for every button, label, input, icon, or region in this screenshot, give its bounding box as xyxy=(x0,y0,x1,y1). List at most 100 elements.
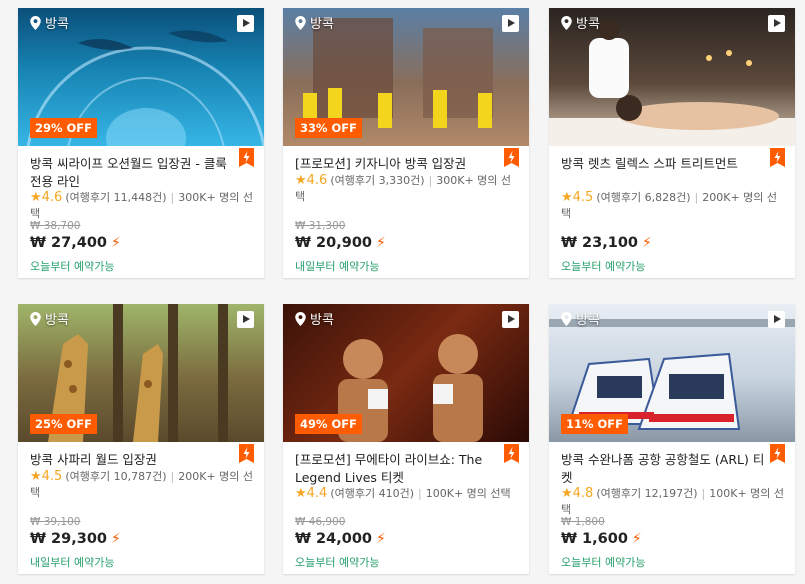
bolt-icon: ⚡ xyxy=(376,531,386,547)
price-value: ₩ 27,400 xyxy=(30,235,107,251)
discount-badge: 49% OFF xyxy=(295,414,363,434)
bolt-icon: ⚡ xyxy=(111,235,121,251)
original-price: ₩ 38,700 xyxy=(30,220,81,232)
play-icon[interactable] xyxy=(502,15,519,32)
map-pin-icon xyxy=(561,15,572,30)
play-icon[interactable] xyxy=(768,311,785,328)
product-image[interactable]: 방콕 xyxy=(549,8,795,146)
original-price: ₩ 1,800 xyxy=(561,516,605,528)
discount-badge: 25% OFF xyxy=(30,414,98,434)
review-count: (여행후기 11,448건) xyxy=(65,191,167,204)
rating-score: 4.8 xyxy=(572,486,594,501)
rating-row: ★4.5 (여행후기 6,828건) | 200K+ 명의 선택 xyxy=(561,190,786,222)
review-count: (여행후기 12,197건) xyxy=(596,487,698,500)
original-price: ₩ 31,300 xyxy=(295,220,346,232)
availability-text: 내일부터 예약가능 xyxy=(30,556,115,569)
product-title[interactable]: 방콕 렛츠 릴렉스 스파 트리트먼트 xyxy=(561,155,766,173)
original-price: ₩ 39,100 xyxy=(30,516,81,528)
star-icon: ★ xyxy=(561,486,573,501)
location-label: 방콕 xyxy=(30,13,69,32)
product-image[interactable]: 방콕 33% OFF xyxy=(283,8,529,146)
map-pin-icon xyxy=(30,15,41,30)
sale-price: ₩ 23,100 ⚡ xyxy=(561,235,652,251)
price-value: ₩ 23,100 xyxy=(561,235,638,251)
location-label: 방콕 xyxy=(561,309,600,328)
play-icon[interactable] xyxy=(768,15,785,32)
star-icon: ★ xyxy=(30,469,42,484)
rating-score: 4.5 xyxy=(41,469,63,484)
product-grid: 방콕 29% OFF 방콕 씨라이프 오션월드 입장권 - 클룩 전용 라인 ★… xyxy=(0,0,805,584)
lightning-icon xyxy=(504,444,519,463)
play-icon[interactable] xyxy=(502,311,519,328)
availability-text: 오늘부터 예약가능 xyxy=(561,260,646,273)
bolt-icon: ⚡ xyxy=(642,235,652,251)
product-image[interactable]: 방콕 49% OFF xyxy=(283,304,529,442)
rating-score: 4.6 xyxy=(41,190,63,205)
original-price: ₩ 46,900 xyxy=(295,516,346,528)
lightning-icon xyxy=(239,444,254,463)
location-label: 방콕 xyxy=(561,13,600,32)
price-value: ₩ 1,600 xyxy=(561,531,628,547)
product-title[interactable]: 방콕 씨라이프 오션월드 입장권 - 클룩 전용 라인 xyxy=(30,155,235,191)
rating-score: 4.6 xyxy=(306,173,328,188)
rating-row: ★4.5 (여행후기 10,787건) | 200K+ 명의 선택 xyxy=(30,469,255,501)
bolt-icon: ⚡ xyxy=(111,531,121,547)
sale-price: ₩ 24,000 ⚡ xyxy=(295,531,386,547)
location-label: 방콕 xyxy=(295,309,334,328)
price-value: ₩ 20,900 xyxy=(295,235,372,251)
play-icon[interactable] xyxy=(237,15,254,32)
review-count: (여행후기 10,787건) xyxy=(65,470,167,483)
product-title[interactable]: [프로모션] 키자니아 방콕 입장권 xyxy=(295,155,500,173)
star-icon: ★ xyxy=(295,486,307,501)
location-label: 방콕 xyxy=(30,309,69,328)
availability-text: 내일부터 예약가능 xyxy=(295,260,380,273)
product-card[interactable]: 방콕 49% OFF [프로모션] 무에타이 라이브쇼: The Legend … xyxy=(283,304,529,574)
sale-price: ₩ 1,600 ⚡ xyxy=(561,531,642,547)
location-text: 방콕 xyxy=(310,17,334,32)
rating-row: ★4.8 (여행후기 12,197건) | 100K+ 명의 선택 xyxy=(561,486,786,518)
location-text: 방콕 xyxy=(310,313,334,328)
divider: | xyxy=(170,470,175,483)
map-pin-icon xyxy=(561,311,572,326)
product-title[interactable]: 방콕 사파리 월드 입장권 xyxy=(30,451,235,469)
availability-text: 오늘부터 예약가능 xyxy=(30,260,115,273)
divider: | xyxy=(170,191,175,204)
discount-badge: 33% OFF xyxy=(295,118,363,138)
product-title[interactable]: 방콕 수완나폼 공항 공항철도 (ARL) 티켓 xyxy=(561,451,766,487)
booked-count: 100K+ 명의 선택 xyxy=(425,487,511,500)
product-card[interactable]: 방콕 11% OFF 방콕 수완나폼 공항 공항철도 (ARL) 티켓 ★4.8… xyxy=(549,304,795,574)
divider: | xyxy=(701,487,706,500)
divider: | xyxy=(418,487,422,500)
product-image[interactable]: 방콕 11% OFF xyxy=(549,304,795,442)
rating-row: ★4.6 (여행후기 3,330건) | 300K+ 명의 선택 xyxy=(295,173,520,205)
availability-text: 오늘부터 예약가능 xyxy=(561,556,646,569)
product-title[interactable]: [프로모션] 무에타이 라이브쇼: The Legend Lives 티켓 xyxy=(295,451,500,487)
availability-text: 오늘부터 예약가능 xyxy=(295,556,380,569)
sale-price: ₩ 27,400 ⚡ xyxy=(30,235,121,251)
lightning-icon xyxy=(239,148,254,167)
map-pin-icon xyxy=(295,15,306,30)
rating-score: 4.4 xyxy=(306,486,328,501)
product-image[interactable]: 방콕 29% OFF xyxy=(18,8,264,146)
location-text: 방콕 xyxy=(45,313,69,328)
product-image[interactable]: 방콕 25% OFF xyxy=(18,304,264,442)
product-card[interactable]: 방콕 25% OFF 방콕 사파리 월드 입장권 ★4.5 (여행후기 10,78… xyxy=(18,304,264,574)
review-count: (여행후기 410건) xyxy=(330,487,415,500)
review-count: (여행후기 3,330건) xyxy=(330,174,425,187)
rating-row: ★4.6 (여행후기 11,448건) | 300K+ 명의 선택 xyxy=(30,190,255,222)
location-label: 방콕 xyxy=(295,13,334,32)
play-icon[interactable] xyxy=(237,311,254,328)
divider: | xyxy=(428,174,433,187)
review-count: (여행후기 6,828건) xyxy=(596,191,691,204)
bolt-icon: ⚡ xyxy=(631,531,642,547)
product-card[interactable]: 방콕 29% OFF 방콕 씨라이프 오션월드 입장권 - 클룩 전용 라인 ★… xyxy=(18,8,264,278)
product-card[interactable]: 방콕 33% OFF [프로모션] 키자니아 방콕 입장권 ★4.6 (여행후기 … xyxy=(283,8,529,278)
price-value: ₩ 29,300 xyxy=(30,531,107,547)
lightning-icon xyxy=(770,148,785,167)
discount-badge: 11% OFF xyxy=(561,414,629,434)
product-card[interactable]: 방콕 방콕 렛츠 릴렉스 스파 트리트먼트 ★4.5 (여행후기 6,828건) |… xyxy=(549,8,795,278)
location-text: 방콕 xyxy=(45,17,69,32)
lightning-icon xyxy=(504,148,519,167)
price-value: ₩ 24,000 xyxy=(295,531,372,547)
location-text: 방콕 xyxy=(576,17,600,32)
